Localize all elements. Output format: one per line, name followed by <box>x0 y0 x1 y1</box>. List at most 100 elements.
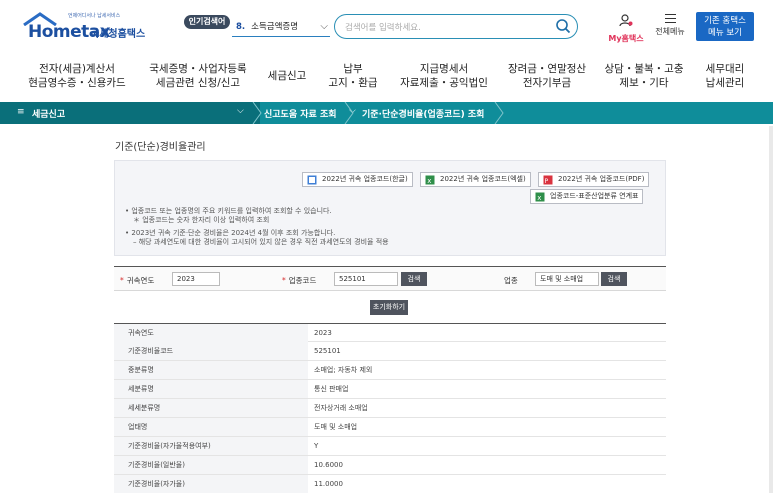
search-icon[interactable] <box>555 18 571 34</box>
row-key: 기준경비율(자가율) <box>114 475 308 493</box>
year-label: * 귀속연도 <box>120 275 154 286</box>
notice-text: – 해당 과세연도에 대한 경비율이 고시되어 있지 않은 경우 직전 과세연도… <box>133 238 389 246</box>
breadcrumb-item-1[interactable]: 신고도움 자료 조회 <box>264 107 337 120</box>
hamburger-icon <box>664 14 676 23</box>
breadcrumb-separator <box>494 102 504 124</box>
search-input[interactable] <box>345 17 545 39</box>
row-value: 11.0000 <box>314 480 343 488</box>
required-mark: * <box>120 276 124 285</box>
row-key: 업태명 <box>114 418 308 436</box>
nav-line1: 납부 <box>343 63 363 75</box>
nav-line2: 납세관리 <box>705 77 745 89</box>
breadcrumb-separator <box>252 102 262 124</box>
row-key: 귀속연도 <box>114 324 308 342</box>
row-value: 전자상거래 소매업 <box>314 404 368 412</box>
download-pdf-button[interactable]: P 2022년 귀속 업종코드(PDF) <box>538 172 650 187</box>
row-key: 기준경비율(일반율) <box>114 456 308 474</box>
row-value: Y <box>314 442 319 450</box>
hwp-file-icon <box>307 175 317 185</box>
excel-file-icon: x <box>425 175 435 185</box>
chevron-down-icon: ⌵ <box>320 21 328 32</box>
notice-text: ＊ 업종코드는 숫자 한자리 이상 입력하여 조회 <box>133 216 270 224</box>
popular-search-select[interactable]: 8. 소득금액증명 ⌵ <box>232 17 330 37</box>
info-box: 2022년 귀속 업종코드(한글) x 2022년 귀속 업종코드(엑셀) P … <box>114 160 666 256</box>
type-input[interactable] <box>535 272 599 286</box>
row-key: 기준경비율(자가율적용여부) <box>114 437 308 455</box>
svg-text:x: x <box>537 194 541 202</box>
scrollbar[interactable] <box>769 126 773 493</box>
basic-btn-line2: 메뉴 보기 <box>708 28 742 38</box>
result-table: 귀속연도 2023 기준경비율코드 525101 중분류명 소매업; 자동차 제외 세… <box>114 323 666 493</box>
nav-incentive[interactable]: 장려금・연말정산 전자기부금 <box>502 62 592 90</box>
row-key: 세분류명 <box>114 380 308 398</box>
download-link-table-label: 업종코드-표준산업분류 연계표 <box>550 192 639 200</box>
table-row: 기준경비율(자가율) 11.0000 <box>114 475 666 493</box>
year-input[interactable] <box>172 272 220 286</box>
page: 언제어디서나 납세서비스 Hometax 국세청홈택스 인기검색어 8. 소득금액… <box>0 0 773 493</box>
table-row: 기준경비율코드 525101 <box>114 342 666 361</box>
table-row: 기준경비율(일반율) 10.6000 <box>114 456 666 475</box>
nav-line1: 전자(세금)계산서 <box>39 63 115 75</box>
row-value: 2023 <box>314 329 332 337</box>
nav-payment-statement[interactable]: 지급명세서 자료제출・공익법인 <box>392 62 496 90</box>
my-hometax-label: My홈택스 <box>608 34 644 43</box>
download-excel-button[interactable]: x 2022년 귀속 업종코드(엑셀) <box>420 172 531 187</box>
table-row: 귀속연도 2023 <box>114 323 666 342</box>
nav-line2: 고지・환급 <box>328 77 378 89</box>
svg-text:P: P <box>545 178 549 185</box>
breadcrumb-item-2[interactable]: 기준·단순경비율(업종코드) 조회 <box>362 107 484 120</box>
my-hometax-button[interactable]: My홈택스 <box>605 12 647 44</box>
nav-line2: 세금관련 신청/신고 <box>155 77 241 89</box>
code-search-button[interactable]: 검색 <box>401 272 427 286</box>
location-bar: ≡ 세금신고 ⌵ 신고도움 자료 조회 ⌵ 기준·단순경비율(업종코드) 조회 <box>0 102 773 124</box>
breadcrumb-separator <box>344 102 354 124</box>
notice-text: 2023년 귀속 기준·단순 경비율은 2024년 4월 이후 조회 가능합니다… <box>131 229 336 237</box>
reset-button[interactable]: 초기화하기 <box>370 300 408 315</box>
nav-consulting[interactable]: 상담・불복・고충 제보・기타 <box>600 62 688 90</box>
main-nav: 전자(세금)계산서현금영수증・신용카드 국세증명・사업자등록세금관련 신청/신고… <box>0 56 773 96</box>
notice-line: – 해당 과세연도에 대한 경비율이 고시되어 있지 않은 경우 직전 과세연도… <box>133 237 389 247</box>
popular-search-badge: 인기검색어 <box>184 15 230 29</box>
row-key: 중분류명 <box>114 361 308 379</box>
table-row: 세세분류명 전자상거래 소매업 <box>114 399 666 418</box>
notice-line: ＊ 업종코드는 숫자 한자리 이상 입력하여 조회 <box>133 215 269 225</box>
nav-line1: 세무대리 <box>705 63 745 75</box>
nav-tax-agent[interactable]: 세무대리납세관리 <box>696 62 754 90</box>
download-hangul-label: 2022년 귀속 업종코드(한글) <box>322 175 408 183</box>
row-value: 10.6000 <box>314 461 343 469</box>
table-row: 기준경비율(자가율적용여부) Y <box>114 437 666 456</box>
row-value: 소매업; 자동차 제외 <box>314 366 373 374</box>
chevron-down-icon[interactable]: ⌵ <box>237 106 244 116</box>
row-value: 도매 및 소매업 <box>314 423 358 431</box>
code-input[interactable] <box>334 272 398 286</box>
hometax-logo[interactable]: 언제어디서나 납세서비스 Hometax 국세청홈택스 <box>22 12 152 42</box>
nav-line1: 국세증명・사업자등록 <box>149 63 247 75</box>
type-search-button[interactable]: 검색 <box>601 272 627 286</box>
location-root[interactable]: 세금신고 <box>32 107 65 120</box>
nav-line2: 현금영수증・신용카드 <box>28 77 126 89</box>
page-title: 기준(단순)경비율관리 <box>115 142 206 153</box>
menu-icon[interactable]: ≡ <box>17 107 25 117</box>
download-link-table-button[interactable]: x 업종코드-표준산업분류 연계표 <box>530 189 644 204</box>
popular-term: 소득금액증명 <box>251 22 299 32</box>
search-box <box>334 14 578 39</box>
nav-payment[interactable]: 납부고지・환급 <box>320 62 386 90</box>
all-menu-button[interactable]: 전체메뉴 <box>651 12 689 37</box>
pdf-file-icon: P <box>543 175 553 185</box>
nav-certificate[interactable]: 국세증명・사업자등록세금관련 신청/신고 <box>140 62 256 90</box>
search-form: *귀속연도 *업종코드 검색 업종 검색 <box>114 266 666 291</box>
row-key: 세세분류명 <box>114 399 308 417</box>
nav-line1: 장려금・연말정산 <box>507 63 587 75</box>
nav-line2: 제보・기타 <box>619 77 669 89</box>
download-hangul-button[interactable]: 2022년 귀속 업종코드(한글) <box>302 172 413 187</box>
table-row: 중분류명 소매업; 자동차 제외 <box>114 361 666 380</box>
row-value: 통신 판매업 <box>314 385 349 393</box>
download-pdf-label: 2022년 귀속 업종코드(PDF) <box>558 175 645 183</box>
nav-e-invoice[interactable]: 전자(세금)계산서현금영수증・신용카드 <box>22 62 132 90</box>
logo-brand-kr: 국세청홈택스 <box>90 29 146 40</box>
year-label-text: 귀속연도 <box>126 276 155 285</box>
download-excel-label: 2022년 귀속 업종코드(엑셀) <box>440 175 526 183</box>
basic-hometax-menu-button[interactable]: 기존 홈택스 메뉴 보기 <box>696 12 754 41</box>
nav-tax-return[interactable]: 세금신고 <box>262 69 312 83</box>
table-row: 업태명 도매 및 소매업 <box>114 418 666 437</box>
